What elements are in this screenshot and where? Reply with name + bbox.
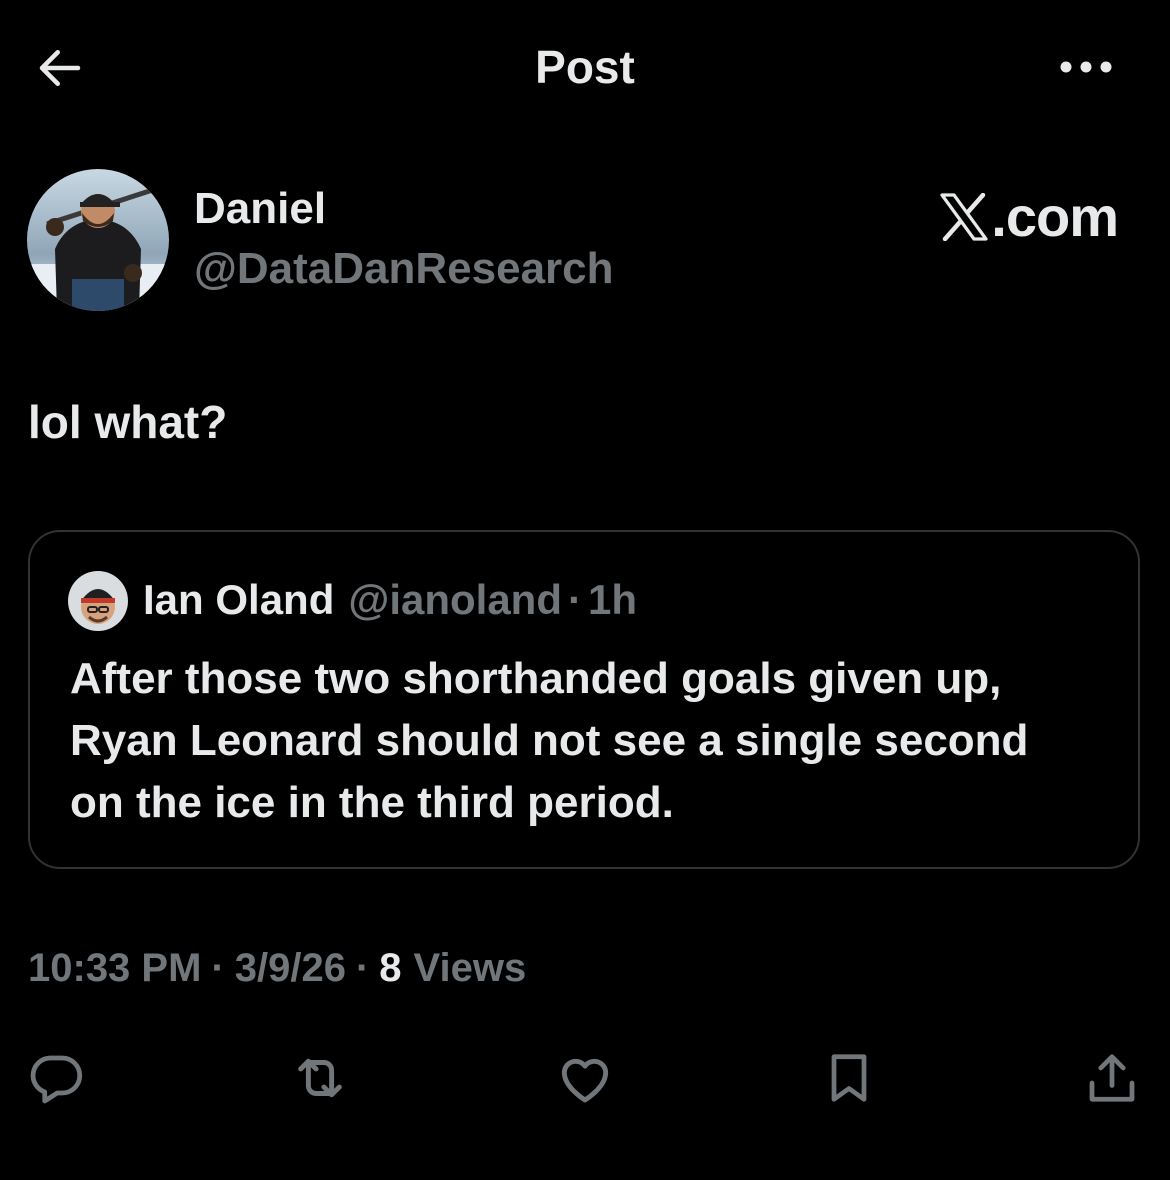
quote-text-line: on the ice in the third period.: [70, 778, 674, 827]
author-avatar[interactable]: [27, 169, 169, 311]
author-name[interactable]: Daniel: [194, 184, 326, 234]
meta-separator: ·: [355, 946, 370, 990]
back-arrow-icon: [39, 50, 81, 86]
quote-text-line: Ryan Leonard should not see a single sec…: [70, 716, 1029, 765]
bookmark-button[interactable]: [813, 1042, 885, 1114]
quote-text: After those two shorthanded goals given …: [70, 648, 1120, 834]
bookmark-icon: [831, 1054, 867, 1102]
post-meta: 10:33 PM · 3/9/26 · 8 Views: [28, 946, 526, 991]
post-date: 3/9/26: [234, 946, 346, 990]
watermark-text: .com: [991, 185, 1119, 248]
post-time: 10:33 PM: [28, 946, 202, 990]
quote-author-avatar[interactable]: [68, 571, 128, 631]
quote-separator: ·: [568, 576, 582, 623]
quote-header: Ian Oland @ianoland · 1h: [143, 576, 637, 624]
x-logo-icon: [940, 192, 988, 241]
quote-timestamp: 1h: [588, 576, 638, 623]
reply-icon: [30, 1055, 83, 1104]
quote-author-handle[interactable]: @ianoland: [348, 576, 562, 624]
quote-author-name[interactable]: Ian Oland: [143, 576, 334, 624]
like-button[interactable]: [549, 1042, 621, 1114]
reply-button[interactable]: [20, 1042, 92, 1114]
x-com-watermark: .com: [939, 184, 1119, 249]
author-handle[interactable]: @DataDanResearch: [194, 244, 614, 294]
share-button[interactable]: [1076, 1042, 1148, 1114]
more-horizontal-icon: [1060, 61, 1112, 73]
share-icon: [1089, 1054, 1135, 1102]
heart-icon: [561, 1058, 609, 1103]
more-options-button[interactable]: [1050, 40, 1122, 94]
back-button[interactable]: [28, 38, 92, 98]
page-title: Post: [535, 41, 635, 93]
views-label: Views: [413, 946, 527, 990]
meta-separator: ·: [211, 946, 225, 990]
repost-button[interactable]: [284, 1042, 356, 1114]
quote-text-line: After those two shorthanded goals given …: [70, 654, 1002, 703]
post-text: lol what?: [28, 396, 228, 448]
views-count[interactable]: 8: [379, 946, 401, 991]
repost-icon: [298, 1058, 342, 1098]
